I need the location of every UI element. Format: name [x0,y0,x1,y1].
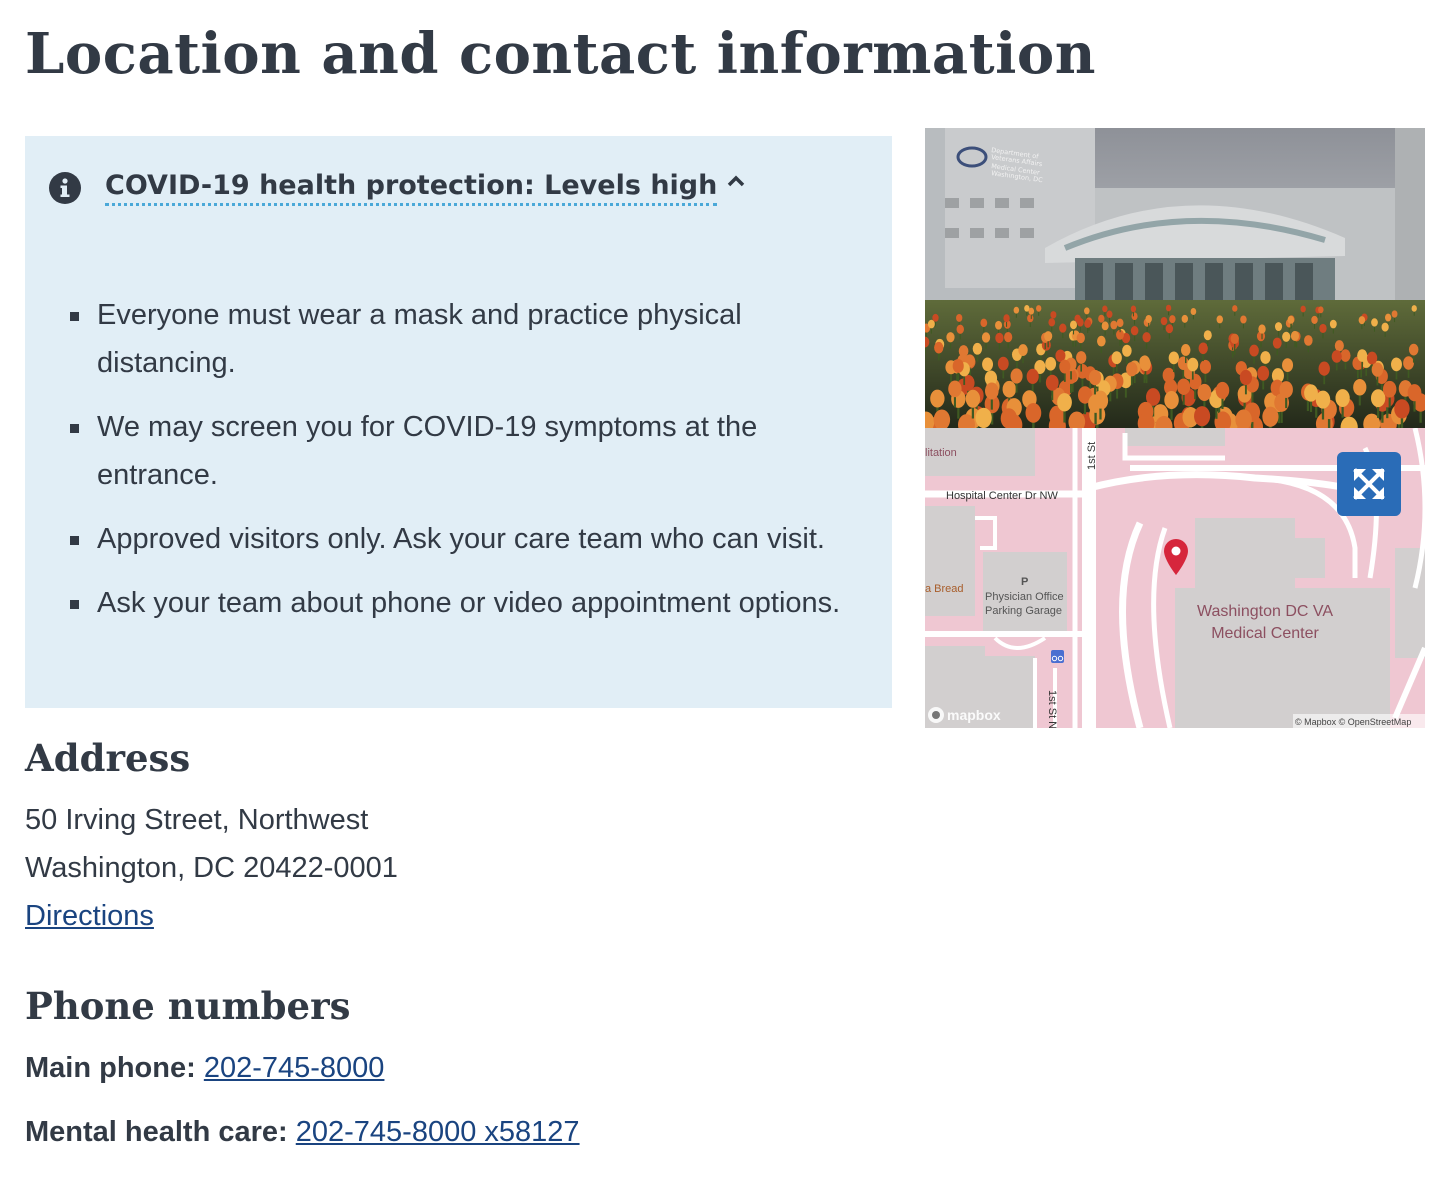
bullet [70,536,79,545]
info-circle-icon [49,172,81,204]
chevron-up-icon [728,175,745,187]
address-line-1: 50 Irving Street, Northwest [25,804,369,836]
main-phone-link[interactable]: 202-745-8000 [204,1052,385,1084]
map-street-label: 1st St NW [1046,690,1058,728]
directions-link[interactable]: Directions [25,900,154,932]
main-phone-label: Main phone: [25,1052,196,1084]
list-item: Approved visitors only. Ask your care te… [70,515,870,563]
map-poi-label: Parking Garage [985,605,1062,617]
bullet [70,424,79,433]
list-item: Ask your team about phone or video appoi… [70,579,870,627]
address-line-2: Washington, DC 20422-0001 [25,852,398,884]
mental-health-phone-link[interactable]: 202-745-8000 x58127 [296,1116,580,1148]
facility-map[interactable]: Hospital Center Dr NW 1st St 1st St NW l… [925,428,1425,728]
covid-heading: COVID-19 health protection: Levels high [105,170,718,206]
covid-alert: COVID-19 health protection: Levels high … [25,136,892,708]
expand-arrows-icon [1353,468,1385,500]
main-phone-row: Main phone: 202-745-8000 [25,1048,384,1088]
map-facility-label: Medical Center [1211,625,1319,642]
mapbox-wordmark: mapbox [947,707,1001,723]
map-poi-label: Physician Office [985,591,1064,603]
parking-icon: P [1021,576,1028,588]
map-street-label: 1st St [1086,442,1098,470]
expand-map-button[interactable] [1337,452,1401,516]
map-facility-label: Washington DC VA [1197,603,1333,620]
phone-numbers-heading: Phone numbers [25,984,351,1028]
page-title: Location and contact information [25,21,1096,87]
map-attribution: © Mapbox © OpenStreetMap [1295,717,1411,727]
map-pin-icon[interactable] [1163,538,1189,576]
mental-health-label: Mental health care: [25,1116,288,1148]
covid-rules-list: Everyone must wear a mask and practice p… [70,291,870,643]
bullet [70,600,79,609]
covid-toggle-button[interactable]: COVID-19 health protection: Levels high [105,166,745,206]
list-item: We may screen you for COVID-19 symptoms … [70,403,870,499]
mental-health-phone-row: Mental health care: 202-745-8000 x58127 [25,1112,580,1152]
list-item: Everyone must wear a mask and practice p… [70,291,870,387]
map-poi-label: a Bread [925,583,964,595]
map-poi-label: litation [925,447,957,459]
map-street-label: Hospital Center Dr NW [946,490,1058,502]
bullet [70,312,79,321]
address-heading: Address [25,736,191,780]
facility-photo: Department of Veterans Affairs Medical C… [925,128,1425,428]
